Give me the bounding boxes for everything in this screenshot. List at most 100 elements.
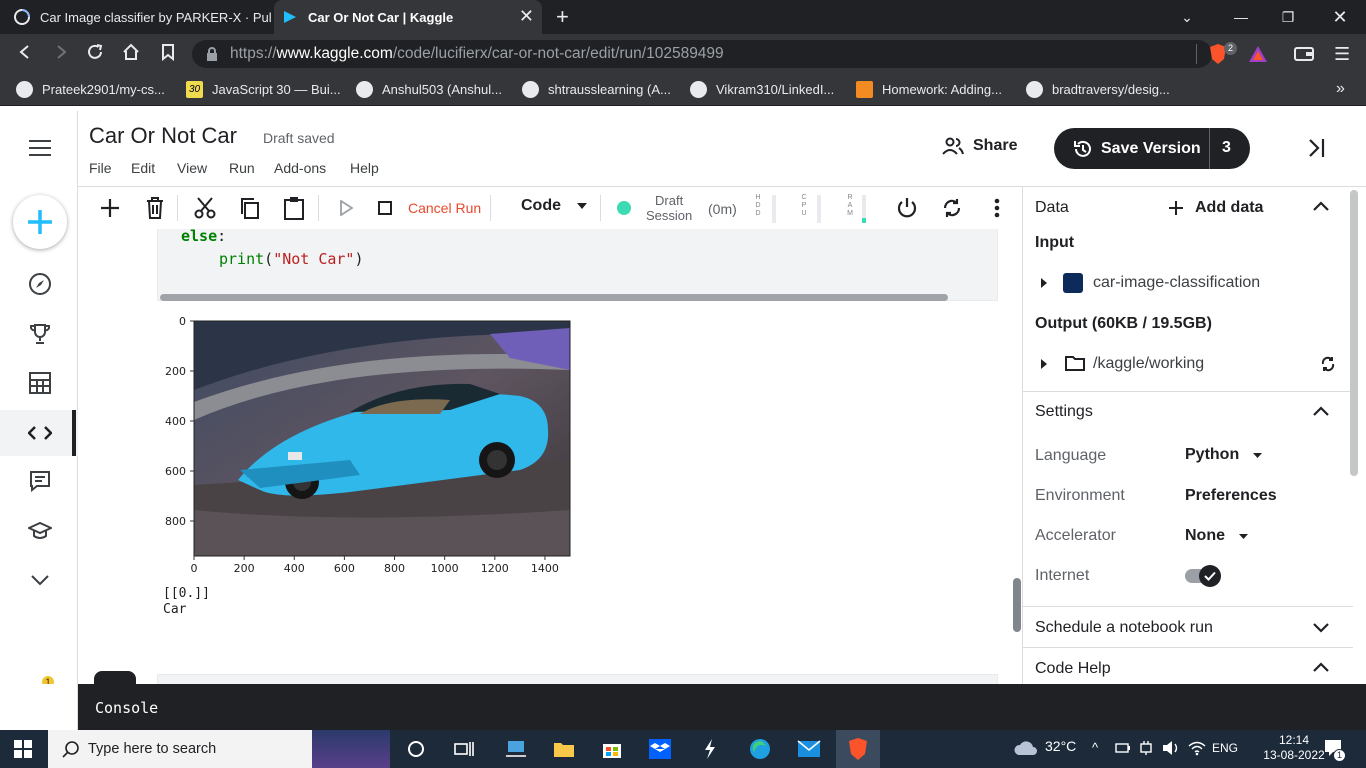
add-data-button[interactable]: Add data	[1169, 199, 1263, 217]
expand-arrow-icon[interactable]	[1041, 278, 1047, 288]
panel-scrollbar[interactable]	[1350, 190, 1358, 476]
save-version-button[interactable]: Save Version 3	[1054, 128, 1250, 169]
run-cell-icon[interactable]	[332, 193, 360, 223]
bookmark-icon[interactable]	[159, 43, 177, 61]
chevron-up-icon[interactable]: ^	[1092, 740, 1098, 755]
bookmarks-overflow-button[interactable]: »	[1336, 80, 1345, 98]
code-icon[interactable]	[22, 415, 58, 451]
power-icon[interactable]	[893, 193, 921, 223]
code-help-section-title[interactable]: Code Help	[1035, 660, 1111, 678]
lock-icon[interactable]	[206, 47, 218, 61]
environment-value[interactable]: Preferences	[1185, 487, 1277, 505]
collapse-panel-icon[interactable]	[1306, 137, 1326, 159]
compass-icon[interactable]	[22, 266, 58, 302]
create-button[interactable]	[13, 195, 67, 249]
menu-file[interactable]: File	[89, 160, 112, 176]
wifi-icon[interactable]	[1188, 740, 1206, 756]
task-view-icon[interactable]	[450, 735, 478, 763]
wallet-icon[interactable]	[1294, 46, 1314, 62]
bookmark-item[interactable]: Prateek2901/my-cs...	[16, 80, 165, 98]
url-field[interactable]: https://www.kaggle.com/code/lucifierx/ca…	[192, 40, 1212, 68]
cortana-icon[interactable]	[402, 735, 430, 763]
home-icon[interactable]	[122, 43, 140, 61]
brave-taskbar-icon[interactable]	[844, 735, 872, 763]
browser-tab-active[interactable]: Car Or Not Car | Kaggle ✕	[274, 0, 542, 34]
bookmark-item[interactable]: 30 JavaScript 30 — Bui...	[186, 80, 341, 98]
windows-start-icon[interactable]	[14, 740, 32, 758]
chevron-up-icon[interactable]	[1313, 662, 1329, 672]
add-cell-icon[interactable]	[96, 193, 124, 223]
expand-arrow-icon[interactable]	[1041, 359, 1047, 369]
file-explorer-icon[interactable]	[550, 735, 578, 763]
forward-icon[interactable]	[52, 43, 70, 61]
horizontal-scrollbar[interactable]	[160, 294, 948, 301]
scissors-icon[interactable]	[191, 193, 219, 223]
session-status[interactable]: Draft Session	[646, 193, 692, 223]
restart-icon[interactable]	[938, 193, 966, 223]
output-folder-item[interactable]: /kaggle/working	[1093, 355, 1204, 373]
chevron-down-icon[interactable]	[22, 562, 58, 598]
internet-toggle[interactable]	[1185, 565, 1221, 587]
table-icon[interactable]	[22, 365, 58, 401]
more-options-icon[interactable]	[983, 193, 1011, 223]
minimize-window-icon[interactable]: —	[1218, 0, 1264, 34]
discussion-icon[interactable]	[22, 463, 58, 499]
share-button[interactable]: Share	[942, 137, 1017, 155]
bookmark-label: JavaScript 30 — Bui...	[212, 81, 341, 97]
refresh-output-icon[interactable]	[1320, 356, 1336, 372]
clock[interactable]: 12:14 13-08-2022	[1262, 733, 1326, 763]
learn-icon[interactable]	[22, 513, 58, 549]
input-language[interactable]: ENG	[1212, 741, 1238, 755]
copy-icon[interactable]	[236, 193, 264, 223]
hamburger-menu-icon[interactable]	[22, 130, 58, 166]
notebook-scrollbar[interactable]	[1013, 578, 1021, 632]
chevron-up-icon[interactable]	[1313, 406, 1329, 416]
pc-icon[interactable]	[502, 735, 530, 763]
new-tab-button[interactable]: +	[556, 4, 569, 30]
input-dataset-item[interactable]: car-image-classification	[1093, 274, 1260, 292]
menu-addons[interactable]: Add-ons	[274, 160, 326, 176]
network-battery-icon[interactable]	[1115, 741, 1131, 755]
menu-run[interactable]: Run	[229, 160, 255, 176]
menu-help[interactable]: Help	[350, 160, 379, 176]
cursor-app-icon[interactable]	[696, 735, 724, 763]
mail-icon[interactable]	[795, 735, 823, 763]
menu-edit[interactable]: Edit	[131, 160, 155, 176]
cell-type-select[interactable]: Code	[521, 197, 587, 215]
browser-tab-inactive[interactable]: Car Image classifier by PARKER-X · Pul	[0, 0, 272, 34]
tab-search-chevron-icon[interactable]: ⌄	[1164, 0, 1210, 34]
close-window-icon[interactable]: ✕	[1317, 0, 1363, 34]
temperature[interactable]: 32°C	[1045, 738, 1076, 754]
edge-icon[interactable]	[746, 735, 774, 763]
chevron-up-icon[interactable]	[1313, 201, 1329, 211]
brave-rewards-icon[interactable]	[1248, 45, 1268, 63]
cancel-run-button[interactable]: Cancel Run	[408, 200, 481, 216]
run-cell-button[interactable]	[94, 671, 136, 684]
bookmark-item[interactable]: shtrausslearning (A...	[522, 80, 671, 98]
bookmark-item[interactable]: Vikram310/LinkedI...	[690, 80, 834, 98]
bookmark-item[interactable]: Anshul503 (Anshul...	[356, 80, 502, 98]
dropbox-icon[interactable]	[646, 735, 674, 763]
volume-icon[interactable]	[1162, 740, 1180, 756]
menu-view[interactable]: View	[177, 160, 207, 176]
back-icon[interactable]	[16, 43, 34, 61]
paste-icon[interactable]	[280, 193, 308, 223]
console-bar[interactable]: Console	[78, 684, 1366, 730]
restore-window-icon[interactable]: ❐	[1265, 0, 1311, 34]
stop-icon[interactable]	[371, 193, 399, 223]
bookmark-item[interactable]: Homework: Adding...	[856, 80, 1002, 98]
schedule-section-title[interactable]: Schedule a notebook run	[1035, 619, 1213, 637]
store-icon[interactable]	[598, 735, 626, 763]
reload-icon[interactable]	[86, 43, 104, 61]
power-plug-icon[interactable]	[1139, 740, 1153, 756]
accelerator-select[interactable]: None	[1185, 527, 1248, 545]
trash-icon[interactable]	[141, 193, 169, 223]
bookmark-item[interactable]: bradtraversy/desig...	[1026, 80, 1170, 98]
close-tab-icon[interactable]: ✕	[519, 6, 534, 27]
language-select[interactable]: Python	[1185, 446, 1263, 464]
browser-menu-icon[interactable]: ☰	[1334, 44, 1350, 65]
code-cell[interactable]: else: print("Not Car")	[157, 227, 998, 301]
trophy-icon[interactable]	[22, 316, 58, 352]
chevron-down-icon[interactable]	[1313, 623, 1329, 633]
notebook-title[interactable]: Car Or Not Car	[89, 123, 237, 149]
